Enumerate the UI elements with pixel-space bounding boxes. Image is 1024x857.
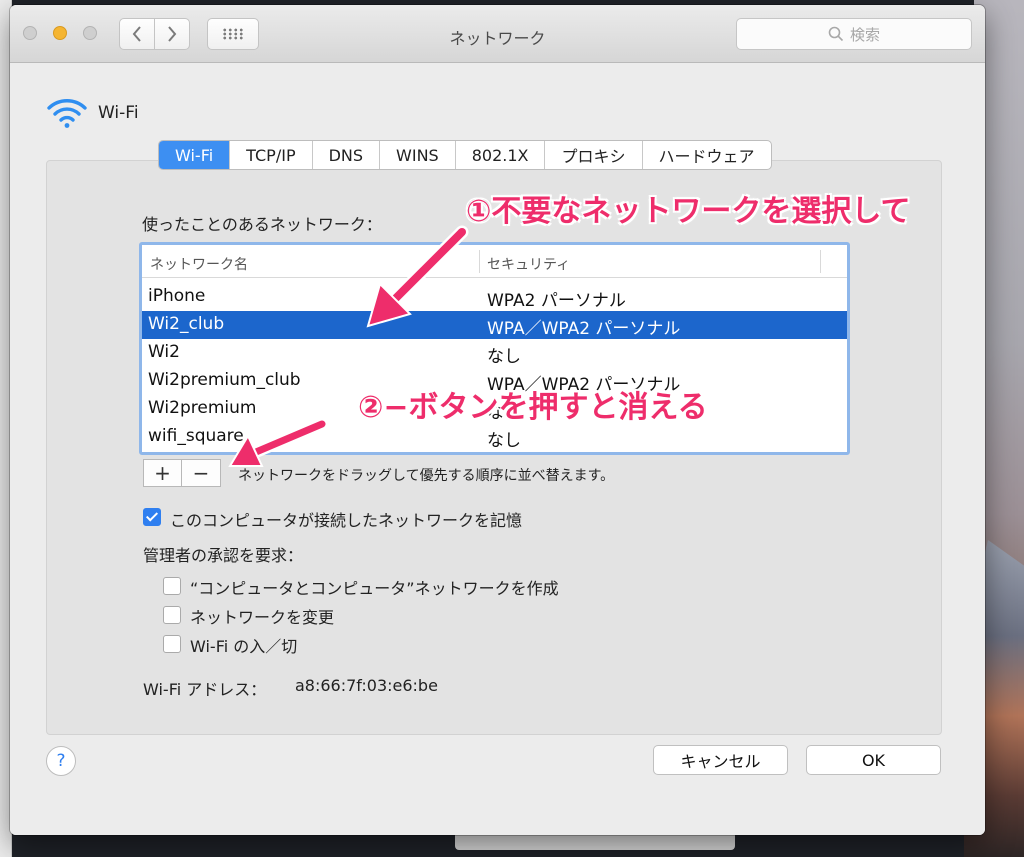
ok-button[interactable]: OK (806, 745, 941, 775)
tab-dns[interactable]: DNS (313, 141, 381, 169)
wifi-address-label: Wi-Fi アドレス： (143, 680, 267, 699)
service-header: Wi-Fi (46, 97, 139, 129)
tab-proxy[interactable]: プロキシ (545, 141, 643, 169)
network-name-cell: Wi2premium (148, 398, 257, 418)
wifi-icon (47, 99, 87, 128)
wifi-toggle-checkbox[interactable] (163, 635, 181, 653)
search-input[interactable]: 検索 (736, 18, 972, 50)
remember-networks-checkbox[interactable] (143, 508, 161, 526)
tab-tcpip[interactable]: TCP/IP (230, 141, 313, 169)
create-computer-network-checkbox[interactable] (163, 577, 181, 595)
wifi-address-value: a8:66:7f:03:e6:be (295, 676, 438, 695)
create-computer-network-label[interactable]: “コンピュータとコンピュータ”ネットワークを作成 (190, 575, 559, 599)
tab-8021x[interactable]: 802.1X (456, 141, 546, 169)
table-row[interactable]: Wi2 なし (142, 339, 847, 367)
admin-required-label: 管理者の承認を要求： (143, 546, 304, 565)
table-header: ネットワーク名 セキュリティ (142, 245, 847, 278)
title-bar: ネットワーク 検索 (10, 5, 985, 63)
column-security[interactable]: セキュリティ (487, 254, 570, 274)
column-divider (820, 250, 821, 273)
network-name-cell: iPhone (148, 286, 206, 306)
search-placeholder: 検索 (849, 25, 880, 44)
settings-tabs: Wi-Fi TCP/IP DNS WINS 802.1X プロキシ ハードウェア (158, 140, 772, 170)
search-icon (828, 26, 844, 42)
cancel-button[interactable]: キャンセル (653, 745, 788, 775)
security-cell: なし (487, 431, 521, 451)
add-network-button[interactable]: + (144, 460, 182, 486)
column-divider (479, 250, 480, 273)
tab-wins[interactable]: WINS (380, 141, 456, 169)
change-network-label[interactable]: ネットワークを変更 (190, 604, 334, 628)
column-network-name[interactable]: ネットワーク名 (150, 254, 248, 274)
wifi-toggle-label[interactable]: Wi-Fi の入／切 (190, 633, 297, 657)
network-name-cell: Wi2 (148, 342, 180, 362)
security-cell: WPA／WPA2 パーソナル (487, 319, 681, 339)
network-name-cell: Wi2premium_club (148, 370, 301, 390)
security-cell: WPA2 パーソナル (487, 291, 626, 311)
tab-wifi[interactable]: Wi-Fi (159, 141, 231, 169)
drag-hint-text: ネットワークをドラッグして優先する順序に並べ替えます。 (238, 468, 615, 484)
change-network-checkbox[interactable] (163, 606, 181, 624)
add-remove-control: + − (143, 459, 221, 487)
table-row[interactable]: wifi_square なし (142, 423, 847, 451)
network-name-cell: Wi2_club (148, 314, 225, 334)
service-name: Wi-Fi (98, 103, 139, 123)
remove-network-button[interactable]: − (182, 460, 220, 486)
security-cell: なし (487, 347, 521, 367)
table-row[interactable]: iPhone WPA2 パーソナル (142, 283, 847, 311)
help-button[interactable]: ? (46, 746, 76, 776)
network-name-cell: wifi_square (148, 426, 244, 446)
checkmark-icon (145, 509, 159, 522)
tab-hardware[interactable]: ハードウェア (643, 141, 771, 169)
table-row-selected[interactable]: Wi2_club WPA／WPA2 パーソナル (142, 311, 847, 339)
annotation-step1: ①不要なネットワークを選択して (466, 194, 911, 229)
known-networks-label: 使ったことのあるネットワーク： (142, 215, 382, 234)
annotation-step2: ②−ボタンを押すと消える (358, 390, 708, 425)
remember-networks-label[interactable]: このコンピュータが接続したネットワークを記憶 (170, 507, 522, 531)
